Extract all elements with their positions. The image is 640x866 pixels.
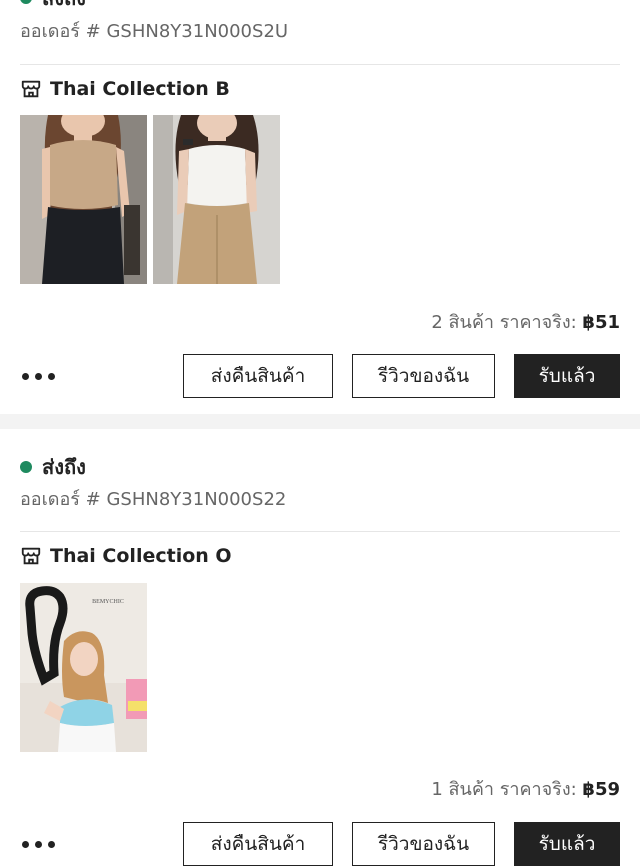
store-name: Thai Collection O xyxy=(50,545,232,567)
review-button[interactable]: รีวิวของฉัน xyxy=(352,354,495,398)
status-text: ส่งถึง xyxy=(42,455,86,479)
order-status: ส่งถึง xyxy=(20,0,86,14)
store-header[interactable]: Thai Collection O xyxy=(20,545,232,567)
section-divider xyxy=(0,414,640,429)
order-card-2: ส่งถึง ออเดอร์ # GSHN8Y31N000S22 Thai Co… xyxy=(0,429,640,866)
store-icon xyxy=(21,80,41,98)
return-button[interactable]: ส่งคืนสินค้า xyxy=(183,354,333,398)
watermark-text: BEMYCHIC xyxy=(92,599,124,605)
received-button[interactable]: รับแล้ว xyxy=(514,354,620,398)
order-price: ฿51 xyxy=(582,312,620,333)
more-options-icon[interactable] xyxy=(22,373,55,380)
item-count-text: 2 สินค้า ราคาจริง: xyxy=(431,312,577,333)
order-summary: 1 สินค้า ราคาจริง: ฿59 xyxy=(431,774,620,803)
status-text: ส่งถึง xyxy=(42,0,86,14)
store-header[interactable]: Thai Collection B xyxy=(20,78,230,100)
divider xyxy=(20,531,620,532)
order-number[interactable]: ออเดอร์ # GSHN8Y31N000S2U xyxy=(20,16,288,45)
status-dot-icon xyxy=(20,461,32,473)
product-image[interactable]: BEMYCHIC xyxy=(20,583,147,752)
store-name: Thai Collection B xyxy=(50,78,230,100)
item-count-text: 1 สินค้า ราคาจริง: xyxy=(431,779,577,800)
store-icon xyxy=(21,547,41,565)
order-number[interactable]: ออเดอร์ # GSHN8Y31N000S22 xyxy=(20,484,286,513)
status-dot-icon xyxy=(20,0,32,4)
order-price: ฿59 xyxy=(582,779,620,800)
order-summary: 2 สินค้า ราคาจริง: ฿51 xyxy=(431,307,620,336)
product-image[interactable] xyxy=(20,115,147,284)
received-button[interactable]: รับแล้ว xyxy=(514,822,620,866)
order-card-1: ส่งถึง ออเดอร์ # GSHN8Y31N000S2U Thai Co… xyxy=(0,0,640,414)
product-image[interactable] xyxy=(153,115,280,284)
return-button[interactable]: ส่งคืนสินค้า xyxy=(183,822,333,866)
order-status: ส่งถึง xyxy=(20,451,86,483)
divider xyxy=(20,64,620,65)
review-button[interactable]: รีวิวของฉัน xyxy=(352,822,495,866)
more-options-icon[interactable] xyxy=(22,841,55,848)
